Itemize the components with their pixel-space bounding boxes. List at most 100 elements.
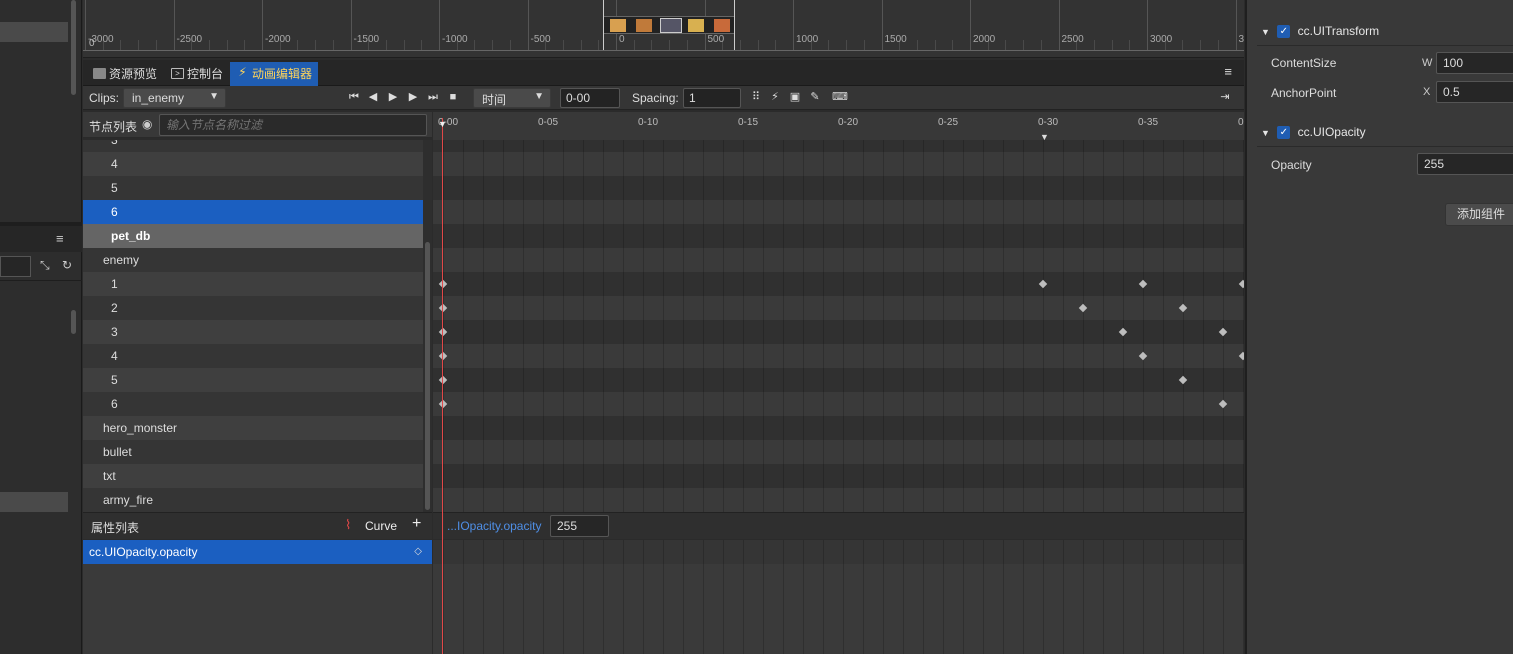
keyframe-tracks[interactable]: [433, 140, 1244, 512]
frame-gridline: [923, 140, 924, 512]
node-label: txt: [103, 469, 116, 483]
transform-component-header[interactable]: ▼ ✓ cc.UITransform: [1261, 20, 1379, 42]
edit-icon[interactable]: ✎: [808, 90, 822, 104]
opacity-component-header[interactable]: ▼ ✓ cc.UIOpacity: [1261, 121, 1366, 143]
ruler-label: 1500: [884, 34, 907, 45]
time-mode-select[interactable]: 时间 ▼: [473, 88, 551, 108]
ruler-gridline: [350, 0, 352, 50]
frame-gridline: [543, 540, 544, 654]
ruler-minor-tick: [598, 40, 600, 50]
node-list-scrollbar-thumb[interactable]: [425, 242, 430, 510]
tab-assets-preview[interactable]: 资源预览: [87, 62, 163, 86]
expand-caret-icon[interactable]: ▼: [1261, 128, 1270, 138]
node-list-item[interactable]: bullet: [83, 440, 423, 464]
expand-caret-icon[interactable]: ▼: [1261, 27, 1270, 37]
checkbox-icon[interactable]: ✓: [1277, 126, 1291, 140]
node-list-item[interactable]: hero_monster: [83, 416, 423, 440]
node-filter-input[interactable]: [159, 114, 427, 136]
keyframe-toggle-icon[interactable]: ◇: [414, 540, 422, 564]
add-property-icon[interactable]: +: [412, 515, 421, 533]
timeline-ruler[interactable]: 0-00 0-05 0-10 0-15 0-20 0-25 0-30 0-35 0 ▼: [433, 112, 1244, 142]
ruler-minor-tick: [916, 40, 918, 50]
node-list-item[interactable]: enemy: [83, 248, 423, 272]
node-list-item[interactable]: pet_db: [83, 224, 423, 248]
grid-icon[interactable]: ⠿: [749, 90, 763, 104]
current-time-input[interactable]: 0-00: [560, 88, 620, 108]
stop-icon[interactable]: ■: [446, 90, 460, 104]
playhead-line[interactable]: [442, 118, 443, 654]
node-list-item[interactable]: 6: [83, 392, 423, 416]
keyboard-icon[interactable]: ⌨: [831, 90, 849, 104]
clip-select[interactable]: in_enemy ▼: [123, 88, 226, 108]
checkbox-icon[interactable]: ✓: [1277, 25, 1291, 39]
exit-icon[interactable]: ⇥: [1218, 90, 1232, 104]
next-frame-icon[interactable]: ▶: [406, 90, 420, 104]
ruler-minor-tick: [1200, 40, 1202, 50]
ruler-minor-tick: [757, 40, 759, 50]
ruler-gridline: [1147, 0, 1148, 50]
tab-animation-editor[interactable]: ⚡ 动画编辑器: [230, 62, 319, 86]
node-list-item[interactable]: 4: [83, 152, 423, 176]
opacity-input[interactable]: 255: [1417, 153, 1513, 175]
ruler-minor-tick: [403, 40, 405, 50]
node-list-item[interactable]: 5: [83, 176, 423, 200]
property-value-input[interactable]: 255: [550, 515, 609, 537]
node-list-item[interactable]: txt: [83, 464, 423, 488]
frame-gridline: [983, 540, 984, 654]
node-list-item[interactable]: 1: [83, 272, 423, 296]
playhead-handle[interactable]: ▼: [438, 119, 447, 129]
panel-scrollbar[interactable]: [71, 310, 76, 334]
jump-first-frame-icon[interactable]: ⏮: [347, 90, 361, 104]
node-list-item[interactable]: army_fire: [83, 488, 423, 512]
menu-icon[interactable]: ≡: [56, 231, 64, 246]
asset-item[interactable]: [0, 492, 68, 512]
node-list-item[interactable]: 3: [83, 140, 423, 152]
eye-icon[interactable]: ◉: [142, 117, 152, 131]
node-list-item[interactable]: 5: [83, 368, 423, 392]
ruler-gridline: [262, 0, 263, 50]
add-component-button[interactable]: 添加组件: [1445, 203, 1513, 226]
filter-input[interactable]: [0, 256, 31, 277]
ruler-label: 3500: [1238, 34, 1245, 45]
event-icon[interactable]: ⚡: [768, 90, 782, 104]
curve-icon[interactable]: ⌇: [345, 517, 351, 533]
collapse-icon[interactable]: ⤡: [40, 258, 50, 273]
anchor-x-input[interactable]: 0.5: [1436, 81, 1513, 103]
tab-console[interactable]: > 控制台: [165, 62, 229, 86]
panel-scrollbar[interactable]: [71, 0, 76, 95]
frame-gridline: [1143, 540, 1144, 654]
node-list-item[interactable]: 4: [83, 344, 423, 368]
prev-frame-icon[interactable]: ◀: [366, 90, 380, 104]
node-list-item[interactable]: 3: [83, 320, 423, 344]
frame-gridline: [543, 140, 544, 512]
frame-gridline: [523, 140, 524, 512]
spacing-input[interactable]: 1: [683, 88, 741, 108]
frame-gridline: [1243, 140, 1244, 512]
chevron-down-icon: ▼: [534, 91, 544, 102]
play-icon[interactable]: ▶: [386, 90, 400, 104]
refresh-icon[interactable]: ↻: [62, 258, 72, 272]
ruler-minor-tick: [828, 40, 830, 50]
node-label: 2: [111, 301, 118, 315]
frame-gridline: [603, 540, 604, 654]
save-icon[interactable]: ▣: [788, 90, 802, 104]
frame-gridline: [883, 540, 884, 654]
content-size-width-input[interactable]: 100: [1436, 52, 1513, 74]
node-list-item[interactable]: 6: [83, 200, 423, 224]
frame-gridline: [1223, 140, 1224, 512]
panel-menu-icon[interactable]: ≡: [1224, 64, 1232, 79]
hierarchy-item[interactable]: [0, 22, 68, 42]
curve-button[interactable]: Curve: [365, 519, 397, 533]
ruler-minor-tick: [385, 40, 387, 50]
ruler-gridline: [527, 0, 529, 50]
property-item[interactable]: cc.UIOpacity.opacity ◇: [83, 540, 432, 564]
jump-last-frame-icon[interactable]: ⏭: [426, 90, 440, 104]
node-list-item[interactable]: 2: [83, 296, 423, 320]
property-keyframe-track[interactable]: [433, 540, 1244, 654]
ruler-minor-tick: [315, 40, 317, 50]
ruler-baseline: [83, 50, 1244, 51]
node-label: 3: [111, 140, 118, 147]
frame-gridline: [623, 540, 624, 654]
scene-view-ruler[interactable]: -3000 -2500 -2000 -1500 -1000 -500 0 500 1000 150…: [83, 0, 1244, 58]
timeline-tick-label: 0-10: [638, 117, 659, 128]
